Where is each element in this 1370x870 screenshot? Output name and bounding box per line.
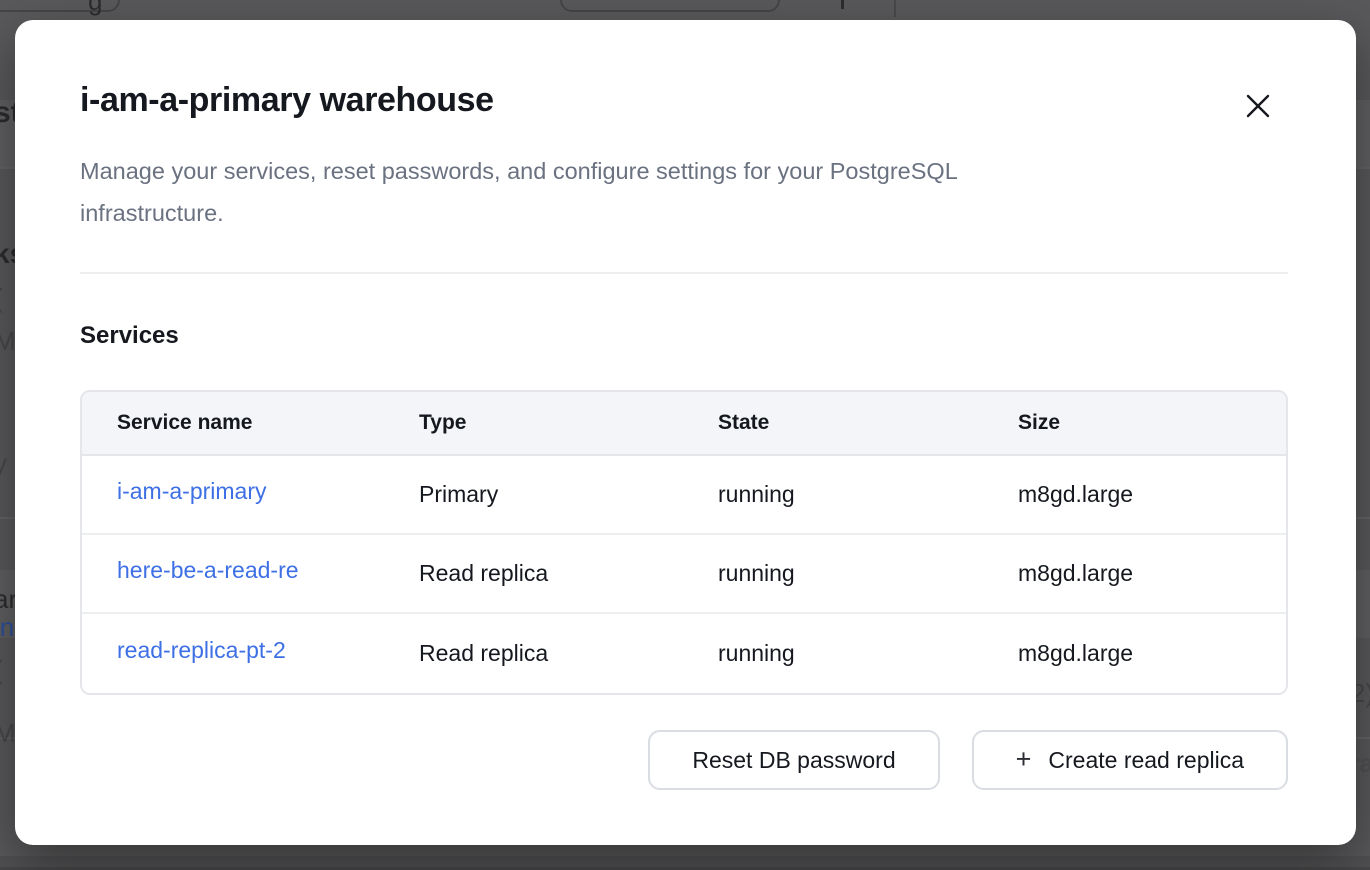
service-size: m8gd.large [1018, 560, 1286, 587]
table-row: read-replica-pt-2 Read replica running m… [82, 614, 1286, 693]
background-text-fragment: ( [0, 285, 3, 311]
service-state: running [718, 640, 1018, 667]
reset-db-password-label: Reset DB password [692, 747, 895, 774]
service-type: Read replica [419, 560, 718, 587]
dialog-description-line: infrastructure. [80, 192, 1288, 234]
background-text-fragment: ( [0, 657, 3, 683]
dialog-title: i-am-a-primary warehouse [80, 80, 1288, 120]
services-heading: Services [80, 322, 1288, 350]
background-text-fragment: g [88, 0, 102, 14]
warehouse-dialog: i-am-a-primary warehouse Manage your ser… [15, 20, 1356, 845]
service-type: Read replica [419, 640, 718, 667]
dialog-description-line: Manage your services, reset passwords, a… [80, 150, 1288, 192]
service-name-link[interactable]: read-replica-pt-2 [117, 637, 286, 664]
dialog-actions: Reset DB password + Create read replica [80, 730, 1288, 790]
plus-icon: + [1016, 746, 1032, 773]
service-state: running [718, 481, 1018, 508]
services-table: Service name Type State Size i-am-a-prim… [80, 390, 1288, 695]
service-name-link[interactable]: here-be-a-read-re [117, 557, 299, 584]
service-size: m8gd.large [1018, 640, 1286, 667]
reset-db-password-button[interactable]: Reset DB password [648, 730, 939, 790]
close-icon [1245, 93, 1271, 119]
services-table-header: Service name Type State Size [82, 392, 1286, 456]
service-type: Primary [419, 481, 718, 508]
background-glyph-fragment [841, 0, 844, 9]
close-button[interactable] [1238, 86, 1278, 126]
column-header-size: Size [1018, 411, 1286, 435]
service-size: m8gd.large [1018, 481, 1286, 508]
background-footer-band [0, 856, 1370, 870]
table-row: here-be-a-read-re Read replica running m… [82, 535, 1286, 614]
dialog-description: Manage your services, reset passwords, a… [80, 150, 1288, 234]
background-text-fragment: y [0, 450, 7, 476]
create-read-replica-label: Create read replica [1048, 747, 1244, 774]
background-link-fragment: in [0, 614, 14, 640]
column-header-type: Type [419, 411, 718, 435]
section-divider [80, 272, 1288, 274]
service-name-link[interactable]: i-am-a-primary [117, 478, 267, 505]
table-row: i-am-a-primary Primary running m8gd.larg… [82, 456, 1286, 535]
column-header-state: State [718, 411, 1018, 435]
column-header-service-name: Service name [82, 411, 419, 435]
create-read-replica-button[interactable]: + Create read replica [972, 730, 1288, 790]
background-panel-divider [894, 0, 896, 17]
service-state: running [718, 560, 1018, 587]
background-toolbar-pill [560, 0, 780, 12]
